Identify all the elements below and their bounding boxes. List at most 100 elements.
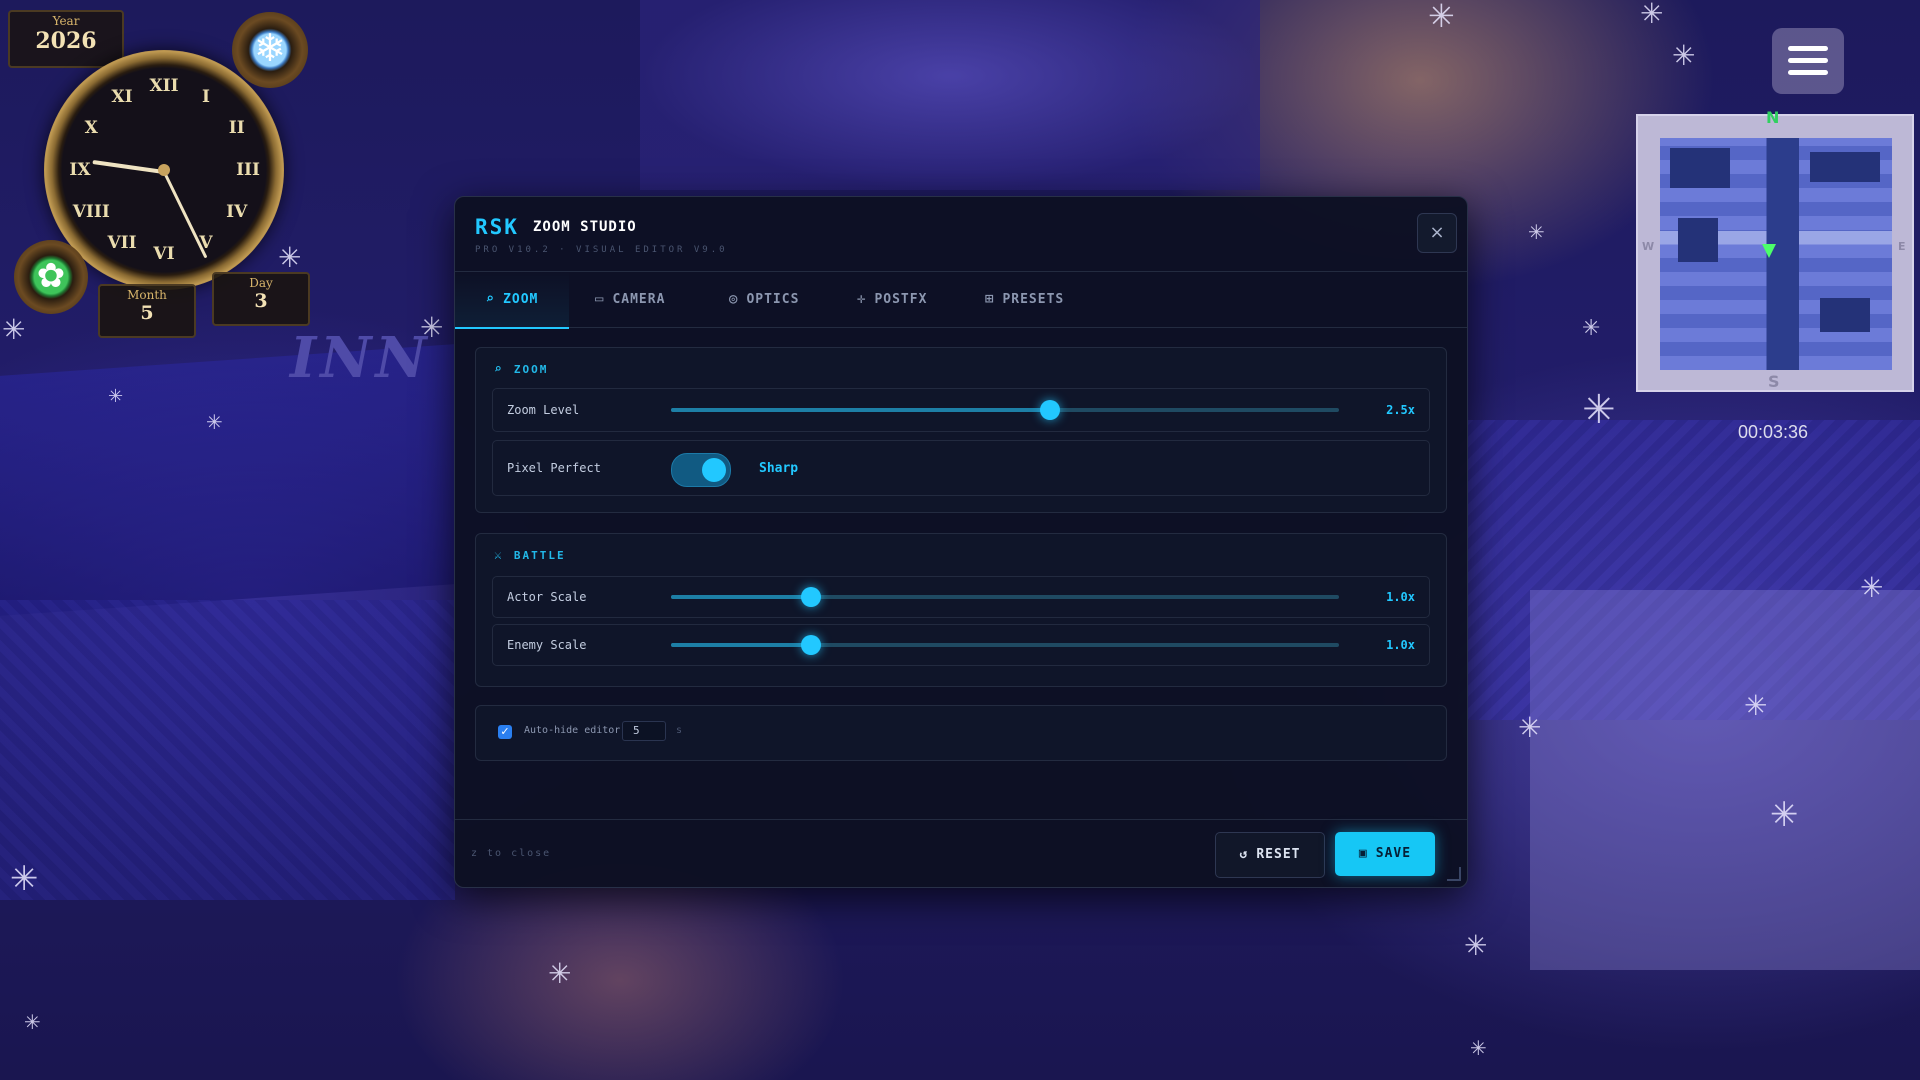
editor-footer: z to close ↺ RESET ▣ SAVE xyxy=(455,819,1467,887)
brand-logo: RSK xyxy=(475,215,519,239)
slider-fill xyxy=(671,595,812,599)
reset-button[interactable]: ↺ RESET xyxy=(1215,832,1325,878)
tab-postfx[interactable]: ✛ POSTFX xyxy=(857,271,927,327)
snowflake-icon: ✳ xyxy=(1582,387,1616,433)
tab-presets[interactable]: ⊞ PRESETS xyxy=(985,271,1064,327)
snowflake-icon: ✳ xyxy=(1464,929,1488,962)
snowflake-icon: ✳ xyxy=(1640,0,1664,30)
tab-camera[interactable]: ▭ CAMERA xyxy=(595,271,665,327)
autohide-row: ✓ Auto-hide editor 5 s xyxy=(475,705,1447,761)
grid-icon: ⊞ xyxy=(985,291,995,307)
toggle-knob xyxy=(702,458,726,482)
zoom-level-row: Zoom Level 2.5x xyxy=(492,388,1430,432)
year-label: Year xyxy=(52,14,80,28)
slider-thumb[interactable] xyxy=(801,587,822,607)
pixel-perfect-toggle[interactable] xyxy=(671,453,731,487)
snowflake-icon: ✳ xyxy=(1582,316,1601,341)
play-time: 00:03:36 xyxy=(1737,422,1809,442)
lens-icon: ◎ xyxy=(729,291,739,307)
tab-label: CAMERA xyxy=(612,292,666,307)
tab-optics[interactable]: ◎ OPTICS xyxy=(729,271,799,327)
autohide-unit: s xyxy=(676,725,683,736)
zoom-level-value: 2.5x xyxy=(1386,403,1415,417)
tab-label: PRESETS xyxy=(1002,292,1065,307)
save-label: SAVE xyxy=(1375,846,1412,861)
enemy-scale-value: 1.0x xyxy=(1386,638,1415,652)
autohide-label: Auto-hide editor xyxy=(524,725,621,736)
slider-fill xyxy=(671,408,1051,412)
section-title: ⌕ ZOOM xyxy=(494,362,548,377)
clock-hour-hand xyxy=(92,159,165,174)
magnifier-icon: ⌕ xyxy=(485,291,496,307)
minimap-building xyxy=(1810,152,1880,182)
reset-icon: ↺ xyxy=(1239,847,1249,862)
snowflake-icon: ✳ xyxy=(1672,39,1696,72)
clock-numeral: XII xyxy=(149,76,179,96)
snowflake-icon: ✳ xyxy=(206,410,223,434)
menu-button[interactable] xyxy=(1772,28,1844,94)
save-button[interactable]: ▣ SAVE xyxy=(1335,832,1435,876)
zoom-level-label: Zoom Level xyxy=(507,403,580,417)
snowflake-icon: ✳ xyxy=(2,313,26,346)
slider-thumb[interactable] xyxy=(801,635,822,655)
year-display: Year 2026 xyxy=(8,10,124,68)
tab-label: ZOOM xyxy=(503,292,539,307)
snowflake-icon: ✳ xyxy=(1428,0,1455,35)
enemy-scale-slider[interactable] xyxy=(671,635,1339,655)
checkmark-icon: ✓ xyxy=(500,725,510,738)
player-marker-icon xyxy=(1762,244,1776,258)
editor-header: RSK ZOOM STUDIO PRO V10.2 · VISUAL EDITO… xyxy=(455,197,1467,272)
clock-numeral: VIII xyxy=(72,202,110,222)
snowflake-icon: ✳ xyxy=(1744,689,1768,722)
snowflake-icon: ✳ xyxy=(278,241,302,274)
compass-east: E xyxy=(1898,240,1906,253)
day-display: Day 3 xyxy=(212,272,310,326)
compass-north: N xyxy=(1766,108,1780,127)
clock-numeral: XI xyxy=(111,87,133,108)
minimap-building xyxy=(1820,298,1870,332)
zoom-level-slider[interactable] xyxy=(671,400,1339,420)
slider-thumb[interactable] xyxy=(1040,400,1061,420)
slider-fill xyxy=(671,643,812,647)
snowflake-icon: ❄ xyxy=(254,26,286,70)
clock-numeral: VI xyxy=(153,244,175,264)
month-display: Month 5 xyxy=(98,284,196,338)
resize-handle[interactable] xyxy=(1447,867,1461,881)
clock-numeral: III xyxy=(236,160,260,180)
version-text: PRO V10.2 · VISUAL EDITOR V9.0 xyxy=(475,245,728,255)
compass-west: W xyxy=(1642,240,1655,253)
year-value: 2026 xyxy=(35,28,97,54)
tab-label: OPTICS xyxy=(746,292,800,307)
clock-numeral: VII xyxy=(107,232,137,253)
actor-scale-slider[interactable] xyxy=(671,587,1339,607)
tab-label: POSTFX xyxy=(874,292,928,307)
month-label: Month xyxy=(127,288,167,302)
season-indicator: ❄ xyxy=(232,12,308,88)
snowflake-icon: ✳ xyxy=(548,957,572,990)
background-plaza xyxy=(1530,590,1920,970)
tab-bar: ⌕ ZOOM ▭ CAMERA ◎ OPTICS ✛ POSTFX ⊞ PRESETS xyxy=(455,271,1467,329)
clock-numeral: IX xyxy=(69,160,91,180)
autohide-seconds-input[interactable]: 5 xyxy=(622,721,666,741)
close-button[interactable]: × xyxy=(1417,213,1457,253)
clock-hub xyxy=(158,164,170,176)
tab-zoom[interactable]: ⌕ ZOOM xyxy=(455,271,569,329)
weather-indicator: ✿ xyxy=(14,240,88,314)
snowflake-icon: ✳ xyxy=(420,311,444,344)
compass-south: S xyxy=(1768,372,1780,391)
magnifier-icon: ⌕ xyxy=(494,362,504,377)
minimap-view xyxy=(1660,138,1892,370)
minimap-building xyxy=(1678,218,1718,262)
snowflake-icon: ✳ xyxy=(1770,795,1799,835)
close-icon: × xyxy=(1429,222,1445,243)
actor-scale-value: 1.0x xyxy=(1386,590,1415,604)
background-field-left xyxy=(0,600,455,900)
editor-title: ZOOM STUDIO xyxy=(533,219,637,235)
hamburger-icon xyxy=(1788,46,1828,51)
section-title: ⚔ BATTLE xyxy=(494,548,566,563)
hamburger-icon xyxy=(1788,70,1828,75)
zoom-section: ⌕ ZOOM Zoom Level 2.5x Pixel Perfect Shar… xyxy=(475,347,1447,513)
reset-label: RESET xyxy=(1256,847,1301,862)
autohide-checkbox[interactable]: ✓ xyxy=(498,725,512,739)
enemy-scale-row: Enemy Scale 1.0x xyxy=(492,624,1430,666)
